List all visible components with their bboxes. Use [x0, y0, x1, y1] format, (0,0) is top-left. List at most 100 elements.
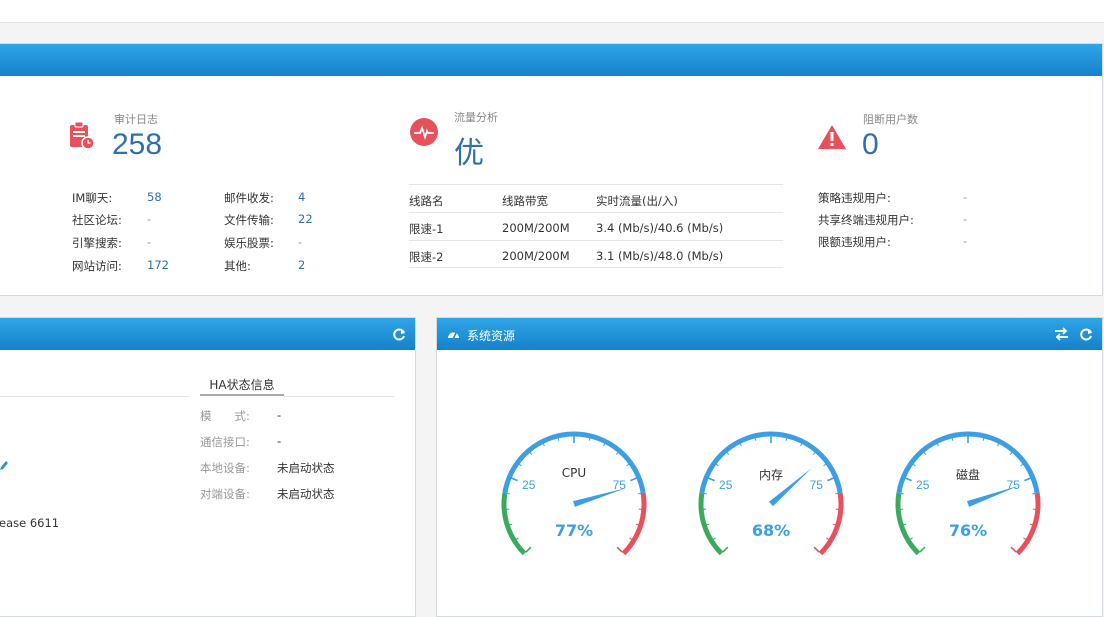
gauge-tick [706, 524, 709, 525]
cpu-gauge: 2575CPU 77% [494, 424, 654, 564]
ha-value: - [277, 434, 281, 448]
line-bandwidth: 200M/200M [502, 249, 570, 263]
version-text: ease 6611 [0, 516, 59, 530]
gauge-tick-label: 75 [1007, 478, 1021, 492]
gauge-tick [708, 478, 714, 481]
gauge-tick [801, 443, 802, 446]
audit-item-label: 文件传输: [224, 212, 274, 228]
memory-gauge-dial: 2575 [691, 424, 851, 564]
table-row: 限速-2 200M/200M 3.1 (Mb/s)/48.0 (Mb/s) [409, 240, 783, 268]
gauge-tick-label: 25 [522, 478, 536, 492]
ha-value: 未启动状态 [277, 486, 335, 502]
gauge-tick [516, 538, 519, 540]
cpu-gauge-percent: 77% [534, 521, 614, 540]
gauge-tick [786, 438, 787, 441]
gauge-band [820, 493, 841, 553]
summary-panel-header [0, 44, 1102, 76]
gauge-tick [604, 443, 605, 446]
traffic-analysis-title: 流量分析 [454, 109, 498, 125]
gauge-tick [617, 547, 622, 552]
disk-gauge-label: 磁盘 [938, 466, 998, 483]
audit-item-value[interactable]: 4 [298, 190, 305, 204]
line-traffic: 3.1 (Mb/s)/48.0 (Mb/s) [596, 249, 723, 263]
cpu-gauge-dial: 2575 [494, 424, 654, 564]
cpu-gauge-label: CPU [544, 466, 604, 480]
gauge-tick [740, 443, 741, 446]
gauge-tick [826, 538, 829, 540]
line-bandwidth: 200M/200M [502, 221, 570, 235]
ha-label: 本地设备: [200, 460, 250, 476]
gauge-tick [519, 464, 521, 466]
gauge-tick-label: 25 [719, 478, 733, 492]
blocked-item-label: 策略违规用户: [818, 190, 891, 206]
ha-label: 对端设备: [200, 486, 250, 502]
gauge-tick [833, 524, 836, 525]
gauge-tick [558, 438, 559, 441]
line-traffic: 3.4 (Mb/s)/40.6 (Mb/s) [596, 221, 723, 235]
disk-gauge-dial: 2575 [888, 424, 1048, 564]
gauge-tick [589, 438, 590, 441]
gauge-tick [526, 547, 531, 552]
warning-icon [817, 124, 847, 150]
audit-item-label: IM聊天: [72, 190, 112, 206]
gauge-tick [924, 452, 926, 454]
gauge-needle [573, 488, 625, 507]
line-name: 限速-1 [409, 221, 443, 237]
gauge-band [1017, 493, 1038, 553]
audit-item-value[interactable]: 2 [298, 258, 305, 272]
gauge-tick [616, 452, 618, 454]
device-info-panel-header [0, 318, 415, 350]
ha-value: - [277, 408, 281, 422]
audit-item-value: - [147, 235, 151, 249]
device-info-panel: HA状态信息 模 式: - 通信接口: - 本地设备: 未启动状态 对端设备: … [0, 317, 416, 617]
summary-panel: 审计日志 258 IM聊天: 58 社区论坛: - 引擎搜索: - 网站访问: … [0, 43, 1103, 296]
audit-item-value[interactable]: 22 [298, 212, 313, 226]
gauge-tick [813, 452, 815, 454]
audit-item-value[interactable]: 58 [147, 190, 162, 204]
gauge-tick [511, 478, 517, 481]
divider [284, 396, 394, 397]
switch-icon[interactable] [1054, 327, 1069, 341]
gauge-band [623, 493, 644, 553]
line-table-header: 线路名 线路带宽 实时流量(出/入) [409, 184, 783, 212]
audit-item-value[interactable]: 172 [147, 258, 169, 272]
line-table-col-traffic: 实时流量(出/入) [596, 193, 678, 209]
gauge-tick [1030, 524, 1033, 525]
gauge-tick [627, 464, 629, 466]
gauge-tick [910, 538, 913, 540]
traffic-analysis-icon [409, 117, 439, 147]
refresh-icon[interactable] [1079, 327, 1093, 341]
blocked-item-value: - [963, 212, 967, 226]
gauge-band [898, 493, 919, 553]
ha-label: 通信接口: [200, 434, 250, 450]
line-table-col-name: 线路名 [409, 193, 444, 209]
tab-ha-status[interactable]: HA状态信息 [200, 373, 284, 396]
audit-item-label: 网站访问: [72, 258, 122, 274]
edit-icon[interactable] [0, 459, 8, 471]
audit-log-icon [69, 121, 97, 151]
gauge-tick [543, 443, 544, 446]
blocked-users-title: 阻断用户数 [863, 111, 918, 127]
disk-gauge: 2575磁盘 76% [888, 424, 1048, 564]
gauge-tick [920, 547, 925, 552]
audit-item-label: 邮件收发: [224, 190, 274, 206]
system-resources-title: 系统资源 [467, 327, 515, 344]
disk-gauge-percent: 76% [928, 521, 1008, 540]
gauge-tick [716, 464, 718, 466]
gauge-tick [913, 464, 915, 466]
gauge-tick [1011, 547, 1016, 552]
gauge-tick [723, 547, 728, 552]
gauge-tick [629, 538, 632, 540]
refresh-icon[interactable] [392, 327, 406, 341]
gauge-tick [755, 438, 756, 441]
blocked-item-value: - [963, 190, 967, 204]
line-name: 限速-2 [409, 249, 443, 265]
line-table-col-bandwidth: 线路带宽 [502, 193, 548, 209]
audit-item-label: 娱乐股票: [224, 235, 274, 251]
dashboard-icon [447, 328, 460, 340]
gauge-tick [1023, 538, 1026, 540]
gauge-tick [983, 438, 984, 441]
memory-gauge-percent: 68% [731, 521, 811, 540]
table-row: 限速-1 200M/200M 3.4 (Mb/s)/40.6 (Mb/s) [409, 212, 783, 240]
audit-item-label: 其他: [224, 258, 251, 274]
